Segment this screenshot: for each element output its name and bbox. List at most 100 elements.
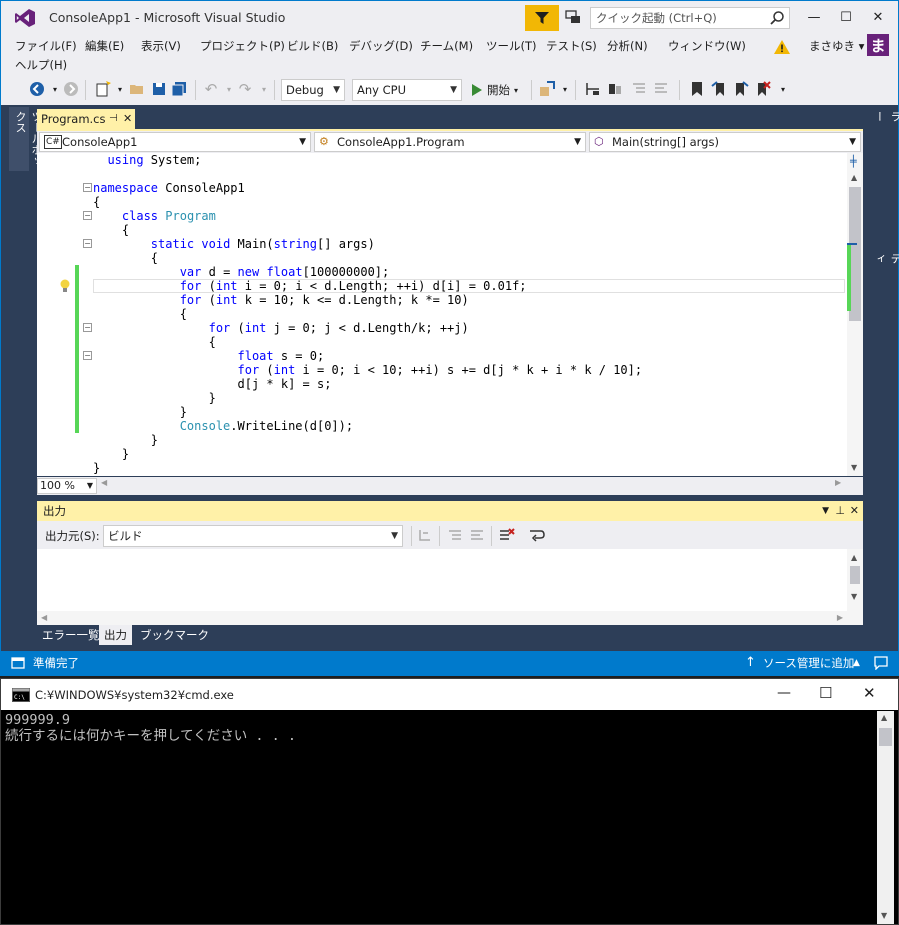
back-dropdown-icon[interactable]: ▾ [47, 81, 63, 97]
scroll-up-icon[interactable]: ▲ [881, 713, 887, 722]
scroll-down-icon[interactable]: ▼ [851, 463, 857, 472]
notifications-icon[interactable] [873, 656, 889, 670]
uncomment-icon[interactable] [653, 81, 669, 97]
solution-platform-select[interactable]: Any CPU ▼ [352, 79, 462, 101]
menu-build[interactable]: ビルド(B) [287, 38, 338, 54]
menu-tools[interactable]: ツール(T) [486, 38, 537, 54]
cmd-console-output[interactable]: 999999.9 続行するには何かキーを押してください . . . [5, 712, 296, 744]
cmd-scrollbar[interactable]: ▲ ▼ [877, 711, 894, 924]
next-bookmark-icon[interactable] [733, 81, 749, 97]
scroll-left-icon[interactable]: ◀ [41, 613, 47, 622]
cmd-maximize-button[interactable]: ☐ [819, 684, 832, 702]
back-icon[interactable] [29, 81, 45, 97]
bookmark-icon[interactable] [689, 81, 705, 97]
menu-team[interactable]: チーム(M) [420, 38, 473, 54]
editor-vertical-scrollbar[interactable]: ╪ ▲ ▼ [847, 153, 863, 476]
document-tab-program-cs[interactable]: Program.cs ⊣ ✕ [37, 109, 135, 129]
collapse-icon[interactable]: − [83, 323, 92, 332]
scroll-left-icon[interactable]: ◀ [101, 478, 109, 487]
open-folder-icon[interactable] [129, 81, 145, 97]
project-nav-select[interactable]: C# ConsoleApp1 ▼ [39, 132, 311, 152]
toolbar-overflow-icon[interactable]: ▾ [557, 81, 573, 97]
warning-icon[interactable] [774, 40, 790, 54]
next-message-icon[interactable] [469, 527, 485, 543]
cmd-close-button[interactable]: ✕ [863, 684, 876, 702]
avatar[interactable]: ま [867, 34, 889, 56]
forward-icon[interactable] [63, 81, 79, 97]
add-to-source-control[interactable]: ソース管理に追加 [763, 651, 854, 675]
collapse-icon[interactable]: − [83, 211, 92, 220]
chevron-up-icon[interactable]: ▲ [853, 651, 860, 675]
browser-link-icon[interactable] [539, 81, 555, 97]
menu-file[interactable]: ファイル(F) [15, 38, 77, 54]
redo-dropdown-icon[interactable]: ▾ [256, 81, 272, 97]
split-icon[interactable]: ╪ [850, 155, 857, 168]
notification-filter-button[interactable] [525, 5, 559, 31]
word-wrap-icon[interactable] [529, 527, 545, 543]
tab-bookmarks[interactable]: ブックマーク [135, 625, 214, 645]
go-to-location-icon[interactable] [417, 527, 433, 543]
tab-error-list[interactable]: エラー一覧 [37, 625, 105, 645]
minimize-button[interactable]: — [799, 7, 829, 27]
zoom-select[interactable]: 100 % ▼ [37, 478, 97, 494]
tab-output[interactable]: 出力 [99, 625, 132, 645]
scroll-right-icon[interactable]: ▶ [837, 613, 843, 622]
output-text-area[interactable]: ▲ ▼ ◀ ▶ [37, 549, 863, 625]
save-all-icon[interactable] [171, 81, 187, 97]
scroll-right-icon[interactable]: ▶ [835, 478, 843, 487]
output-horizontal-scrollbar[interactable]: ◀ ▶ [37, 611, 847, 625]
collapse-icon[interactable]: − [83, 239, 92, 248]
output-scrollbar[interactable]: ▲ ▼ [847, 549, 863, 625]
comment-out-icon[interactable] [631, 81, 647, 97]
pin-icon[interactable]: ⊣ [109, 109, 118, 129]
lightbulb-icon[interactable] [59, 279, 71, 293]
toolbox-tab[interactable]: ツールボックス [9, 107, 43, 171]
output-source-select[interactable]: ビルド ▼ [103, 525, 403, 547]
undo-dropdown-icon[interactable]: ▾ [221, 81, 237, 97]
close-panel-icon[interactable]: ✕ [850, 501, 859, 521]
feedback-button[interactable] [563, 8, 583, 26]
menu-window[interactable]: ウィンドウ(W) [668, 38, 746, 54]
scroll-thumb[interactable] [879, 728, 892, 746]
solution-explorer-tab[interactable]: ソリューション エクスプローラー [871, 111, 899, 122]
menu-help[interactable]: ヘルプ(H) [15, 57, 67, 73]
collapse-icon[interactable]: − [83, 351, 92, 360]
menu-view[interactable]: 表示(V) [141, 38, 181, 54]
menu-project[interactable]: プロジェクト(P) [200, 38, 285, 54]
menu-analyze[interactable]: 分析(N) [607, 38, 648, 54]
member-nav-select[interactable]: ⬡ Main(string[] args) ▼ [589, 132, 861, 152]
close-tab-icon[interactable]: ✕ [123, 109, 132, 129]
pin-icon[interactable]: ⊥ [835, 501, 845, 521]
start-button[interactable]: 開始 ▾ [471, 80, 518, 100]
previous-message-icon[interactable] [447, 527, 463, 543]
save-icon[interactable] [151, 81, 167, 97]
scroll-thumb[interactable] [850, 566, 860, 584]
toolbar-overflow-icon[interactable]: ▾ [775, 81, 791, 97]
clear-bookmarks-icon[interactable] [755, 81, 771, 97]
cmd-minimize-button[interactable]: — [777, 685, 791, 701]
previous-bookmark-icon[interactable] [711, 81, 727, 97]
step-over-icon[interactable] [607, 81, 623, 97]
scroll-down-icon[interactable]: ▼ [881, 911, 887, 920]
menu-debug[interactable]: デバッグ(D) [349, 38, 413, 54]
close-button[interactable]: ✕ [863, 7, 893, 27]
solution-config-select[interactable]: Debug ▼ [281, 79, 345, 101]
properties-tab[interactable]: プロパティ [871, 253, 899, 264]
scroll-up-icon[interactable]: ▲ [851, 553, 857, 562]
clear-all-icon[interactable] [499, 527, 515, 543]
step-into-icon[interactable] [585, 81, 601, 97]
collapse-icon[interactable]: − [83, 183, 92, 192]
class-nav-select[interactable]: ⚙ ConsoleApp1.Program ▼ [314, 132, 586, 152]
new-dropdown-icon[interactable]: ▾ [112, 81, 128, 97]
panel-menu-icon[interactable]: ▼ [822, 501, 829, 521]
quick-launch-input[interactable]: クイック起動 (Ctrl+Q) [590, 7, 790, 29]
scroll-down-icon[interactable]: ▼ [851, 592, 857, 601]
menu-edit[interactable]: 編集(E) [85, 38, 124, 54]
redo-icon[interactable]: ↷ [237, 80, 253, 98]
user-name[interactable]: まさゆき ▾ [809, 38, 864, 54]
menu-test[interactable]: テスト(S) [546, 38, 597, 54]
undo-icon[interactable]: ↶ [203, 80, 219, 98]
scroll-up-icon[interactable]: ▲ [851, 173, 857, 182]
maximize-button[interactable]: ☐ [831, 7, 861, 27]
code-editor[interactable]: − − − − − using System; namespace Consol… [37, 153, 863, 476]
